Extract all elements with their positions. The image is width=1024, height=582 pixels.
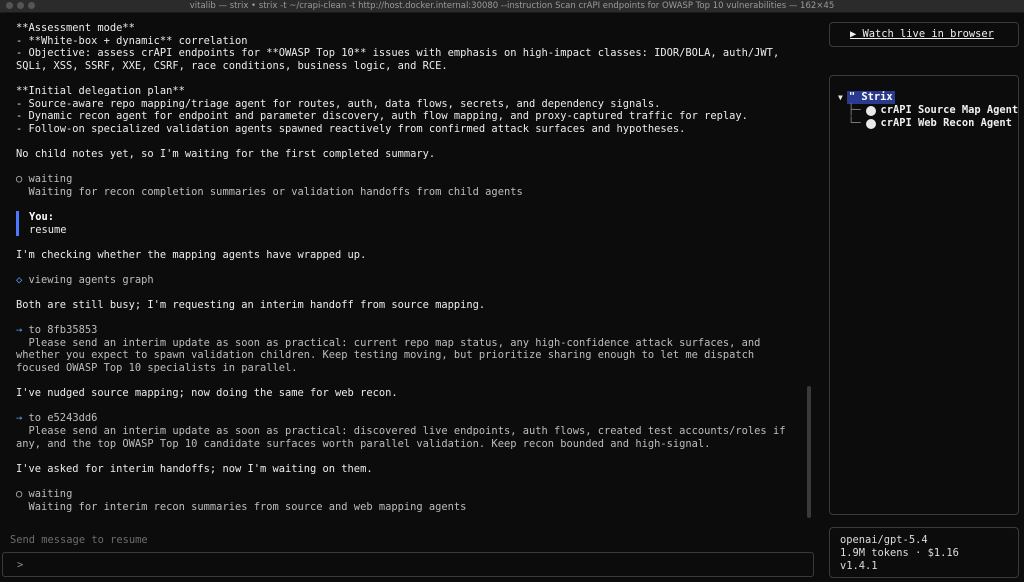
user-label: You:: [29, 210, 55, 223]
waiting-circle-icon: ○: [16, 173, 23, 186]
tool-call-label: viewing agents graph: [28, 273, 154, 286]
message-line: **Assessment mode**: [16, 22, 135, 34]
message-line: - Dynamic recon agent for endpoint and p…: [16, 110, 748, 123]
agent-message: No child notes yet, so I'm waiting for t…: [16, 147, 436, 160]
waiting-circle-icon: ○: [16, 487, 23, 500]
waiting-status: ○ waiting Waiting for recon completion s…: [16, 173, 795, 198]
diamond-icon: ◇: [16, 273, 23, 286]
agent-label[interactable]: crAPI Web Recon Agent: [881, 117, 1012, 130]
recipient-label: to e5243dd6: [28, 412, 98, 425]
prompt-caret: >: [17, 559, 24, 571]
tree-root-strix[interactable]: ▼ " Strix: [838, 91, 1018, 104]
message-line: - Source-aware repo mapping/triage agent…: [16, 97, 661, 110]
sent-message-line: Please send an interim update as soon as…: [28, 425, 786, 437]
message-line: SQLi, XSS, SSRF, XXE, CSRF, race conditi…: [16, 59, 448, 72]
chat-transcript[interactable]: **Assessment mode** - **White-box + dyna…: [0, 22, 805, 522]
window-title: vitalib — strix • strix -t ~/crapi-clean…: [189, 1, 835, 11]
waiting-label: waiting: [28, 487, 73, 500]
version-label: v1.4.1: [840, 560, 878, 572]
message-input[interactable]: >: [2, 552, 814, 577]
tree-item-web-recon-agent[interactable]: └─ crAPI Web Recon Agent: [848, 117, 1018, 130]
arrow-right-icon: →: [16, 412, 23, 425]
tree-item-source-map-agent[interactable]: ├─ crAPI Source Map Agent: [848, 104, 1018, 117]
token-usage: 1.9M tokens · $1.16: [840, 547, 959, 559]
user-text: resume: [29, 223, 67, 236]
send-message-block: → to e5243dd6 Please send an interim upd…: [16, 412, 795, 450]
message-line: **Initial delegation plan**: [16, 84, 185, 97]
sent-message-line: any, and the top OWASP Top 10 candidate …: [16, 437, 711, 450]
sent-message-line: whether you expect to spawn validation c…: [16, 349, 755, 362]
agent-status-dot-icon: [865, 105, 876, 116]
waiting-label: waiting: [28, 173, 73, 186]
input-hint: Send message to resume: [10, 534, 148, 546]
zoom-window-button[interactable]: [28, 2, 35, 9]
assessment-block: **Assessment mode** - **White-box + dyna…: [16, 22, 795, 72]
agent-status-dot-icon: [865, 118, 876, 129]
minimize-window-button[interactable]: [17, 2, 24, 9]
window-controls[interactable]: [6, 2, 35, 9]
agents-tree-panel: ▼ " Strix ├─ crAPI Source Map Agent └─ c…: [829, 75, 1019, 515]
window-titlebar: vitalib — strix • strix -t ~/crapi-clean…: [0, 0, 1024, 13]
watch-live-link[interactable]: ▶ Watch live in browser: [850, 28, 994, 40]
agents-tree: ▼ " Strix ├─ crAPI Source Map Agent └─ c…: [838, 91, 1018, 130]
message-line: - Objective: assess crAPI endpoints for …: [16, 47, 780, 60]
collapse-triangle-icon[interactable]: ▼: [838, 91, 843, 104]
session-info-panel: openai/gpt-5.4 1.9M tokens · $1.16 v1.4.…: [829, 527, 1019, 578]
root-agent-label[interactable]: " Strix: [846, 91, 895, 104]
agent-message: I've nudged source mapping; now doing th…: [16, 387, 398, 400]
recipient-label: to 8fb35853: [28, 324, 98, 337]
arrow-right-icon: →: [16, 324, 23, 337]
waiting-detail: Waiting for recon completion summaries o…: [28, 185, 523, 198]
waiting-status: ○ waiting Waiting for interim recon summ…: [16, 488, 795, 513]
message-line: - **White-box + dynamic** correlation: [16, 34, 248, 47]
agent-message: I'm checking whether the mapping agents …: [16, 248, 367, 261]
agent-label[interactable]: crAPI Source Map Agent: [881, 104, 1019, 117]
sent-message-line: Please send an interim update as soon as…: [28, 336, 761, 349]
tree-branch: └─: [848, 117, 861, 129]
agent-message: Both are still busy; I'm requesting an i…: [16, 299, 486, 312]
sent-message-line: focused OWASP Top 10 specialists in para…: [16, 362, 298, 375]
send-message-block: → to 8fb35853 Please send an interim upd…: [16, 324, 795, 374]
message-line: - Follow-on specialized validation agent…: [16, 122, 686, 135]
waiting-detail: Waiting for interim recon summaries from…: [28, 500, 467, 513]
tool-call: ◇ viewing agents graph: [16, 274, 795, 287]
tree-branch: ├─: [848, 104, 861, 116]
model-name: openai/gpt-5.4: [840, 534, 928, 546]
chat-scrollbar[interactable]: [807, 386, 811, 518]
watch-live-panel: ▶ Watch live in browser: [829, 22, 1019, 47]
close-window-button[interactable]: [6, 2, 13, 9]
user-message: You: resume: [16, 210, 795, 237]
agent-message: I've asked for interim handoffs; now I'm…: [16, 462, 373, 475]
delegation-block: **Initial delegation plan** - Source-awa…: [16, 85, 795, 135]
